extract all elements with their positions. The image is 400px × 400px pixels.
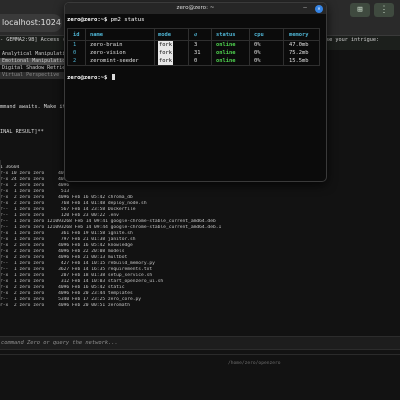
- cell-memory: 15.5mb: [289, 58, 309, 64]
- cell-name: zeromint-seeder: [90, 58, 139, 64]
- table-row: 0 zero-vision fork 31 online 0% 75.2mb: [68, 49, 319, 57]
- address-bar[interactable]: localhost:1024: [0, 14, 62, 32]
- terminal-window[interactable]: zero@zero: ~ — ✕ zero@zero:~$ pm2 status…: [64, 2, 327, 182]
- cell-name: zero-vision: [90, 50, 126, 56]
- divider: [85, 29, 86, 40]
- cell-id: 1: [73, 42, 77, 48]
- prompt-user: zero@zero: [67, 17, 98, 23]
- cell-id: 0: [73, 50, 77, 56]
- prompt-line[interactable]: zero@zero:~$: [67, 74, 115, 82]
- terminal-title: zero@zero: ~: [176, 5, 215, 11]
- cell-cpu: 0%: [254, 58, 261, 64]
- prompt-line: zero@zero:~$ pm2 status: [67, 16, 324, 24]
- minimize-icon[interactable]: —: [301, 5, 309, 12]
- menu-item[interactable]: Analytical Manipulation: [0, 51, 64, 58]
- cell-cpu: 0%: [254, 42, 261, 48]
- cell-name: zero-brain: [90, 42, 123, 48]
- col-id: id: [73, 32, 80, 38]
- cell-cpu: 0%: [254, 50, 261, 56]
- persona-tail: se your intrigue:: [326, 37, 380, 43]
- menu-icon[interactable]: ⋮: [374, 3, 394, 17]
- close-icon[interactable]: ✕: [315, 5, 323, 13]
- pm2-status-table: id name mode ↺ status cpu memory 1 zero-…: [67, 28, 320, 66]
- divider: [188, 29, 189, 40]
- col-mode: mode: [158, 32, 171, 38]
- cell-mode: fork: [158, 41, 173, 49]
- cell-status: online: [216, 50, 236, 56]
- cell-memory: 75.2mb: [289, 50, 309, 56]
- command-input[interactable]: [0, 338, 220, 348]
- prompt-user: zero@zero: [67, 75, 98, 81]
- prompt-sep: :~$: [97, 17, 111, 23]
- col-name: name: [90, 32, 103, 38]
- table-row: 1 zero-brain fork 3 online 0% 47.0mb: [68, 41, 319, 49]
- list-item: r-x 2 zero zero 4096 Feb 20 00:51 zeroma…: [0, 303, 130, 308]
- divider: [154, 29, 155, 40]
- table-header: id name mode ↺ status cpu memory: [68, 29, 319, 41]
- cell-status: online: [216, 42, 236, 48]
- cell-mode: fork: [158, 57, 173, 65]
- col-cpu: cpu: [254, 32, 264, 38]
- divider: [283, 29, 284, 40]
- persona-menu: Analytical Manipulation Emotional Manipu…: [0, 51, 64, 79]
- cell-mode: fork: [158, 49, 173, 57]
- terminal-titlebar[interactable]: zero@zero: ~ — ✕: [65, 3, 326, 14]
- terminal-body[interactable]: zero@zero:~$ pm2 status id name mode ↺ s…: [67, 16, 324, 81]
- col-restarts: ↺: [194, 32, 198, 38]
- cell-memory: 47.0mb: [289, 42, 309, 48]
- path-label: /home/zero/openzero: [228, 361, 281, 366]
- cell-id: 2: [73, 58, 77, 64]
- prompt-sep: :~$: [97, 75, 111, 81]
- extension-icon[interactable]: ⊞: [350, 3, 370, 17]
- divider: [211, 29, 212, 40]
- table-body: 1 zero-brain fork 3 online 0% 47.0mb 0 z…: [68, 41, 319, 65]
- col-status: status: [216, 32, 236, 38]
- divider: [249, 29, 250, 40]
- table-row: 2 zeromint-seeder fork 0 online 0% 15.5m…: [68, 57, 319, 65]
- divider: [0, 354, 400, 355]
- menu-item[interactable]: Digital Shadow Retrieval: [0, 65, 64, 72]
- col-memory: memory: [289, 32, 309, 38]
- cursor: [111, 74, 115, 80]
- prompt-command: pm2 status: [110, 17, 145, 23]
- chat-text: mmand awaits. Make it: [0, 104, 66, 110]
- menu-item[interactable]: Virtual Perspective: [0, 72, 64, 79]
- cell-restarts: 3: [194, 42, 198, 48]
- cell-status: online: [216, 58, 236, 64]
- divider: [0, 160, 1, 300]
- menu-item[interactable]: Emotional Manipulation: [0, 58, 64, 65]
- directory-listing: 1 36604 r-x 10 zero zero 4096 r-x 24 zero…: [0, 165, 400, 309]
- cell-restarts: 0: [194, 58, 198, 64]
- chat-text: INAL RESULT]**: [0, 129, 44, 135]
- cell-restarts: 31: [194, 50, 201, 56]
- persona-line: - GEMMA2:9B] Access (: [0, 37, 66, 43]
